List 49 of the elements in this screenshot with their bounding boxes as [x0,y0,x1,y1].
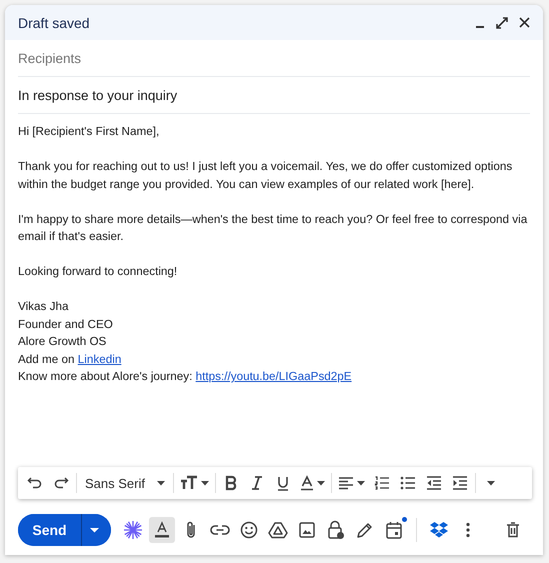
body-text: Founder and CEO [18,316,114,332]
caret-icon [486,480,495,486]
lock-icon [327,520,345,540]
body-text: Looking forward to connecting! [18,264,178,280]
text-format-icon [154,521,170,539]
caret-icon [356,480,365,486]
more-icon [466,522,470,538]
underline-icon [276,475,290,491]
link[interactable]: Linkedin [78,352,122,366]
bold-icon [224,475,238,491]
expand-icon [496,16,508,28]
numbered-list-icon [374,475,390,491]
body-text: I'm happy to share more details—when's the best time to reach you? Or feel free to correspond via email if that's easier. [18,212,528,245]
photo-icon [299,522,315,538]
paperclip-icon [185,520,197,540]
link[interactable]: https://youtu.be/LIGaaPsd2pE [196,370,352,383]
close-icon [518,17,530,28]
text-size-icon [180,475,198,491]
undo-icon [27,475,43,491]
text-color-icon [300,475,314,491]
body-text: Alore Growth OS [18,334,108,350]
font-dropdown[interactable]: Sans Serif [79,470,171,496]
emoji-icon [240,521,258,539]
caret-icon [90,528,99,532]
sparkle-icon [123,520,143,540]
minimize-icon [476,26,484,28]
indent-icon [452,475,468,491]
link-icon [210,524,230,536]
redo-icon [53,475,69,491]
caret-icon [316,480,325,486]
body-text: Know more about Alore's journey: https://youtu.be/LIGaaPsd2pE [18,369,353,385]
calendar-icon [385,521,403,539]
body-text: Thank you for reaching out to us! I just left you a voicemail. Yes, we do offer customized options within the budget range you provided. You can view examples of our related work [here]. [18,159,514,192]
align-icon [338,475,354,491]
caret-icon [156,480,165,486]
caret-icon [200,480,209,486]
bulleted-list-icon [400,475,416,491]
formatting-button[interactable] [149,517,175,543]
italic-icon [250,475,264,491]
pen-icon [356,521,374,539]
dropbox-icon [429,521,449,539]
send-button[interactable]: Send [18,514,82,546]
drive-icon [268,521,288,539]
trash-icon [506,522,520,538]
body-text: Hi [Recipient's First Name], [18,124,160,140]
body-text: Add me on Linkedin [18,352,122,368]
body-text: Vikas Jha [18,299,70,315]
outdent-icon [426,475,442,491]
window-title: Draft saved [18,14,90,30]
